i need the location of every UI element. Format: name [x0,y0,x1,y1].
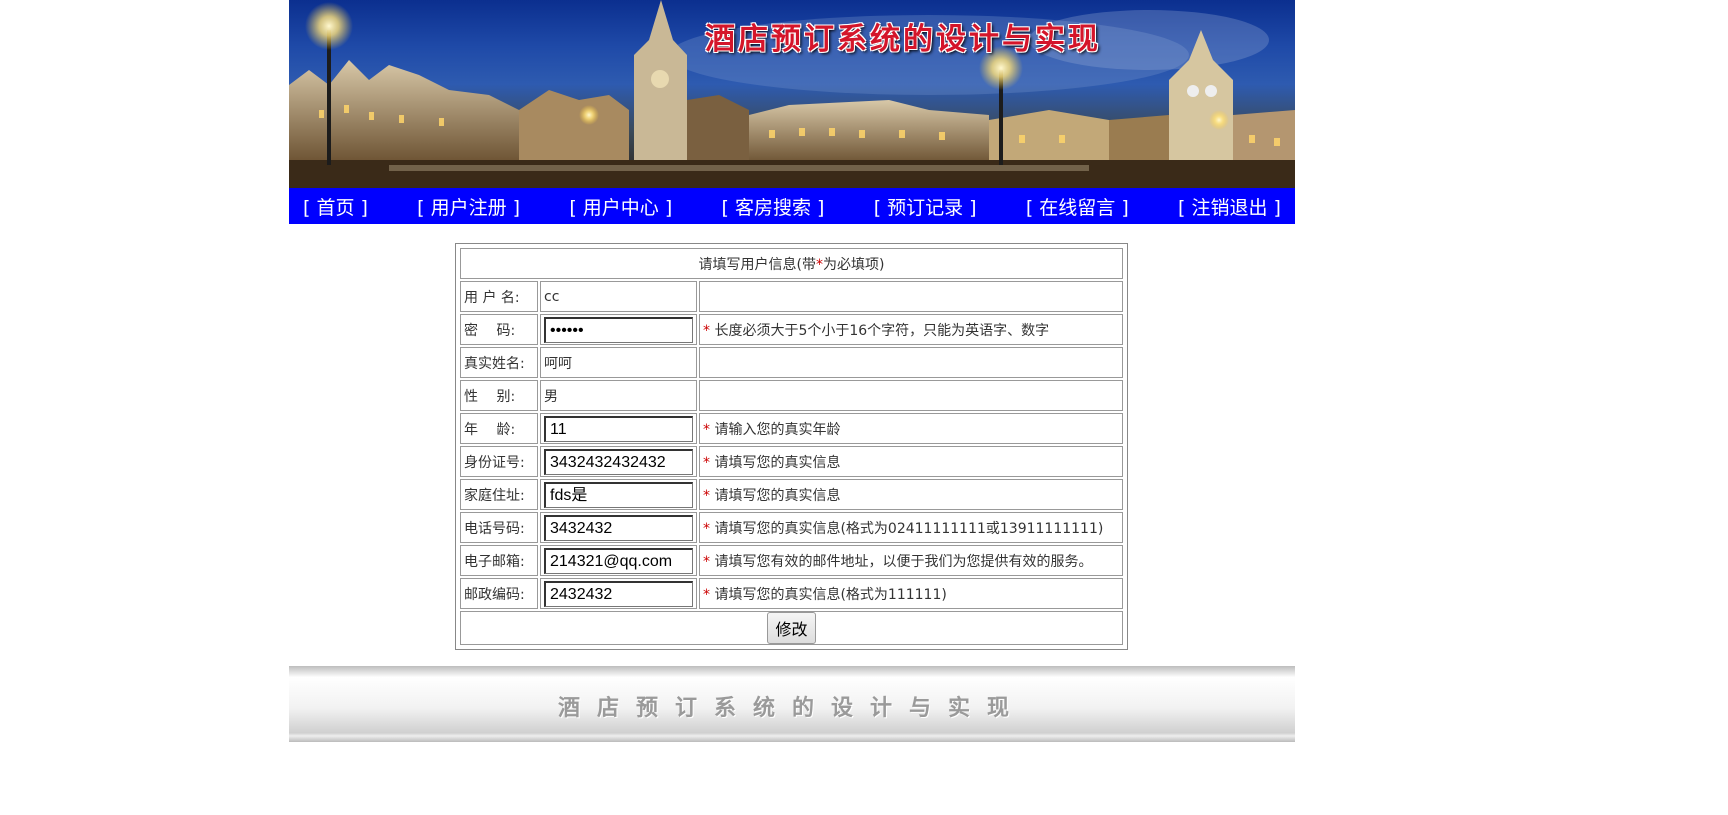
row-phone: 电话号码: 3432432 * 请填写您的真实信息(格式为02411111111… [460,512,1123,543]
row-address: 家庭住址: fds是 * 请填写您的真实信息 [460,479,1123,510]
row-email: 电子邮箱: 214321@qq.com * 请填写您有效的邮件地址，以便于我们为… [460,545,1123,576]
nav-logout[interactable]: [ 注销退出 ] [1178,193,1281,220]
realname-hint [699,347,1123,378]
phone-hint-cell: * 请填写您的真实信息(格式为02411111111或13911111111) [699,512,1123,543]
form-header: 请填写用户信息(带*为必填项) [460,248,1123,279]
age-label: 年 龄: [460,413,538,444]
row-submit: 修改 [460,611,1123,645]
address-cell: fds是 [540,479,697,510]
address-label: 家庭住址: [460,479,538,510]
address-field[interactable]: fds是 [544,481,693,508]
idcard-label: 身份证号: [460,446,538,477]
phone-cell: 3432432 [540,512,697,543]
realname-value: 呵呵 [540,347,697,378]
form-header-prefix: 请填写用户信息(带 [698,256,816,273]
email-hint: 请填写您有效的邮件地址，以便于我们为您提供有效的服务。 [714,553,1093,570]
form-header-row: 请填写用户信息(带*为必填项) [460,248,1123,279]
nav-register[interactable]: [ 用户注册 ] [417,193,520,220]
age-cell: 11 [540,413,697,444]
password-required-star: * [703,322,710,339]
password-field[interactable]: •••••• [544,316,693,343]
postcode-label: 邮政编码: [460,578,538,609]
row-postcode: 邮政编码: 2432432 * 请填写您的真实信息(格式为111111) [460,578,1123,609]
banner-title: 酒店预订系统的设计与实现 [705,22,1101,57]
gender-label: 性 别: [460,380,538,411]
email-hint-cell: * 请填写您有效的邮件地址，以便于我们为您提供有效的服务。 [699,545,1123,576]
nav-user-center[interactable]: [ 用户中心 ] [569,193,672,220]
idcard-required-star: * [703,454,710,471]
row-realname: 真实姓名: 呵呵 [460,347,1123,378]
age-field[interactable]: 11 [544,415,693,442]
page: 酒店预订系统的设计与实现 [ 首页 ] [ 用户注册 ] [ 用户中心 ] [ … [0,0,1728,815]
row-idcard: 身份证号: 3432432432432 * 请填写您的真实信息 [460,446,1123,477]
phone-label: 电话号码: [460,512,538,543]
address-hint: 请填写您的真实信息 [714,487,841,504]
row-password: 密 码: •••••• * 长度必须大于5个小于16个字符，只能为英语字、数字 [460,314,1123,345]
idcard-hint: 请填写您的真实信息 [714,454,841,471]
age-hint-cell: * 请输入您的真实年龄 [699,413,1123,444]
password-hint: 长度必须大于5个小于16个字符，只能为英语字、数字 [714,322,1050,339]
username-value: cc [540,281,697,312]
phone-required-star: * [703,520,710,537]
gender-hint [699,380,1123,411]
address-hint-cell: * 请填写您的真实信息 [699,479,1123,510]
postcode-hint-cell: * 请填写您的真实信息(格式为111111) [699,578,1123,609]
row-age: 年 龄: 11 * 请输入您的真实年龄 [460,413,1123,444]
footer-banner: 酒店预订系统的设计与实现 [289,666,1295,742]
nav-room-search[interactable]: [ 客房搜索 ] [722,193,825,220]
idcard-hint-cell: * 请填写您的真实信息 [699,446,1123,477]
address-required-star: * [703,487,710,504]
form-header-star: * [816,256,823,273]
modify-button[interactable]: 修改 [767,612,816,644]
username-label: 用 户 名: [460,281,538,312]
nav-booking-records[interactable]: [ 预订记录 ] [874,193,977,220]
gender-value: 男 [540,380,697,411]
main-nav: [ 首页 ] [ 用户注册 ] [ 用户中心 ] [ 客房搜索 ] [ 预订记录… [289,188,1295,224]
user-info-form: 请填写用户信息(带*为必填项) 用 户 名: cc 密 码: •••••• * … [455,243,1128,650]
header-banner: 酒店预订系统的设计与实现 [289,0,1295,188]
nav-online-message[interactable]: [ 在线留言 ] [1026,193,1129,220]
nav-home[interactable]: [ 首页 ] [303,193,368,220]
postcode-required-star: * [703,586,710,603]
realname-label: 真实姓名: [460,347,538,378]
password-cell: •••••• [540,314,697,345]
password-hint-cell: * 长度必须大于5个小于16个字符，只能为英语字、数字 [699,314,1123,345]
idcard-cell: 3432432432432 [540,446,697,477]
phone-hint: 请填写您的真实信息(格式为02411111111或13911111111) [714,520,1104,537]
email-required-star: * [703,553,710,570]
user-info-table: 请填写用户信息(带*为必填项) 用 户 名: cc 密 码: •••••• * … [458,246,1125,647]
postcode-hint: 请填写您的真实信息(格式为111111) [714,586,947,603]
email-field[interactable]: 214321@qq.com [544,547,693,574]
postcode-field[interactable]: 2432432 [544,580,693,607]
phone-field[interactable]: 3432432 [544,514,693,541]
idcard-field[interactable]: 3432432432432 [544,448,693,475]
email-label: 电子邮箱: [460,545,538,576]
username-hint [699,281,1123,312]
email-cell: 214321@qq.com [540,545,697,576]
form-header-suffix: 为必填项) [823,256,885,273]
age-hint: 请输入您的真实年龄 [714,421,841,438]
submit-cell: 修改 [460,611,1123,645]
row-gender: 性 别: 男 [460,380,1123,411]
postcode-cell: 2432432 [540,578,697,609]
age-required-star: * [703,421,710,438]
password-label: 密 码: [460,314,538,345]
footer-title: 酒店预订系统的设计与实现 [557,695,1026,721]
row-username: 用 户 名: cc [460,281,1123,312]
